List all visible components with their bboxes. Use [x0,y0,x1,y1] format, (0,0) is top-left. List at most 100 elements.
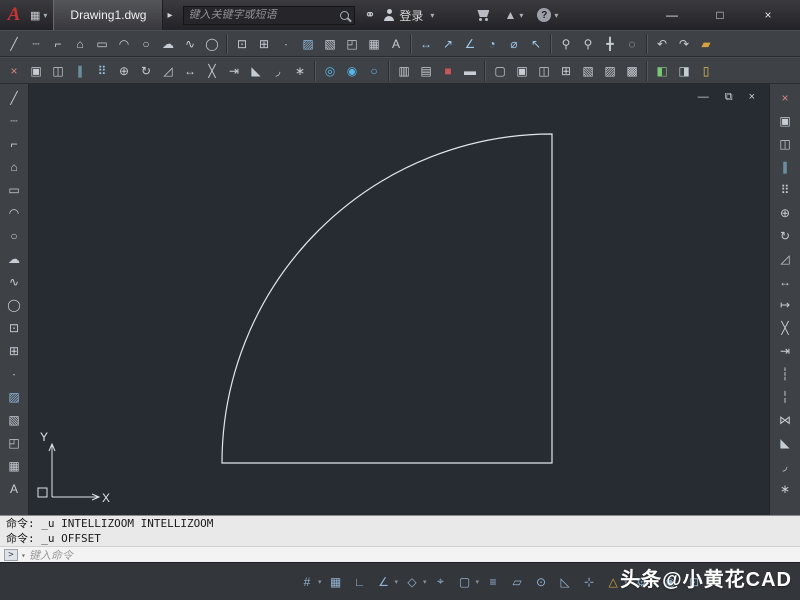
donut-icon[interactable]: ◎ [319,60,341,82]
gradient-icon[interactable]: ▧ [319,33,341,55]
scale-icon[interactable]: ◿ [774,248,796,270]
table-icon[interactable]: ▦ [3,455,25,477]
zoom-window-icon[interactable]: ⚲ [577,33,599,55]
array-icon[interactable]: ⠿ [774,179,796,201]
create-block-icon[interactable]: ⊞ [3,340,25,362]
undo-icon[interactable]: ↶ [651,33,673,55]
insert-block-icon[interactable]: ⊡ [3,317,25,339]
construction-line-icon[interactable]: ┈ [3,110,25,132]
object-snap-icon[interactable]: ▢ [455,572,475,592]
dim-aligned-icon[interactable]: ↗ [437,33,459,55]
plot-icon[interactable]: ▨ [599,60,621,82]
line-icon[interactable]: ╱ [3,33,25,55]
revision-cloud-icon[interactable]: ☁ [3,248,25,270]
dim-linear-icon[interactable]: ↔ [415,33,437,55]
workspace-icon[interactable]: ▦ [30,9,40,22]
circle-icon[interactable]: ○ [135,33,157,55]
chevron-down-icon[interactable]: ▾ [43,11,47,20]
ortho-mode-icon[interactable]: ∟ [350,572,370,592]
explode-icon[interactable]: ∗ [289,60,311,82]
polyline-icon[interactable]: ⌐ [47,33,69,55]
rotate-icon[interactable]: ↻ [774,225,796,247]
move-icon[interactable]: ⊕ [113,60,135,82]
ellipse-icon[interactable]: ◯ [201,33,223,55]
trim-icon[interactable]: ╳ [201,60,223,82]
trim-icon[interactable]: ╳ [774,317,796,339]
lineweight-icon[interactable]: ≡ [483,572,503,592]
spline-icon[interactable]: ∿ [179,33,201,55]
layer-control-icon[interactable]: ▤ [415,60,437,82]
multiline-text-icon[interactable]: A [385,33,407,55]
fillet-icon[interactable]: ◞ [267,60,289,82]
properties-palette-icon[interactable]: ◧ [651,60,673,82]
dynamic-input-icon[interactable]: ⊹ [579,572,599,592]
plot-preview-icon[interactable]: ▧ [577,60,599,82]
revision-cloud-icon[interactable]: ☁ [157,33,179,55]
file-tab-drawing1[interactable]: Drawing1.dwg [53,0,164,30]
lengthen-icon[interactable]: ↦ [774,294,796,316]
point-icon[interactable]: ∙ [275,33,297,55]
line-icon[interactable]: ╱ [3,87,25,109]
close-button[interactable]: × [744,8,792,22]
move-icon[interactable]: ⊕ [774,202,796,224]
point-icon[interactable]: ∙ [3,363,25,385]
dim-diameter-icon[interactable]: ⌀ [503,33,525,55]
viewport-single-icon[interactable]: ▣ [511,60,533,82]
search-input[interactable] [188,9,340,21]
arc-icon[interactable]: ◠ [113,33,135,55]
application-menu-button[interactable]: A [0,0,28,30]
multiline-text-icon[interactable]: A [3,478,25,500]
snap-mode-icon[interactable]: # [297,572,317,592]
insert-block-icon[interactable]: ⊡ [231,33,253,55]
table-icon[interactable]: ▦ [363,33,385,55]
offset-icon[interactable]: ∥ [774,156,796,178]
command-line-panel[interactable]: 命令: _u INTELLIZOOM INTELLIZOOM 命令: _u OFF… [0,515,800,563]
command-input[interactable] [28,548,800,562]
rectangle-icon[interactable]: ▭ [3,179,25,201]
chevron-down-icon[interactable]: ▾ [476,578,480,586]
layer-properties-icon[interactable]: ▥ [393,60,415,82]
named-views-icon[interactable]: ▢ [489,60,511,82]
chevron-down-icon[interactable]: ▾ [395,578,399,586]
zoom-previous-icon[interactable]: ◌ [621,33,643,55]
match-properties-icon[interactable]: ▰ [695,33,717,55]
stretch-icon[interactable]: ↔ [179,60,201,82]
viewports-four-icon[interactable]: ⊞ [555,60,577,82]
gradient-icon[interactable]: ▧ [3,409,25,431]
hatch-icon[interactable]: ▨ [3,386,25,408]
model-space-canvas[interactable]: Y X — ⧉ × [28,84,770,515]
app-store-cart-icon[interactable] [476,9,490,21]
polygon-icon[interactable]: ⌂ [3,156,25,178]
filled-circle-icon[interactable]: ◉ [341,60,363,82]
transparency-icon[interactable]: ▱ [507,572,527,592]
tool-palettes-icon[interactable]: ▯ [695,60,717,82]
ellipse-icon[interactable]: ◯ [3,294,25,316]
extend-icon[interactable]: ⇥ [774,340,796,362]
polygon-icon[interactable]: ⌂ [69,33,91,55]
linetype-control-icon[interactable]: ▬ [459,60,481,82]
explode-icon[interactable]: ∗ [774,478,796,500]
chamfer-icon[interactable]: ◣ [245,60,267,82]
erase-icon[interactable]: × [3,60,25,82]
hatch-icon[interactable]: ▨ [297,33,319,55]
ring-icon[interactable]: ○ [363,60,385,82]
offset-icon[interactable]: ∥ [69,60,91,82]
region-icon[interactable]: ◰ [3,432,25,454]
dim-radius-icon[interactable]: ◔ [481,33,503,55]
dim-angular-icon[interactable]: ∠ [459,33,481,55]
redo-icon[interactable]: ↷ [673,33,695,55]
fillet-icon[interactable]: ◞ [774,455,796,477]
design-center-icon[interactable]: ◨ [673,60,695,82]
drawing-quarter-pie-shape[interactable] [221,133,553,464]
publish-icon[interactable]: ▩ [621,60,643,82]
rotate-icon[interactable]: ↻ [135,60,157,82]
polar-tracking-icon[interactable]: ∠ [374,572,394,592]
chevron-down-icon[interactable]: ▾ [423,578,427,586]
circle-icon[interactable]: ○ [3,225,25,247]
help-button[interactable]: ? ▾ [537,8,558,22]
pan-icon[interactable]: ╋ [599,33,621,55]
viewport-restore-icon[interactable]: ⧉ [725,91,733,104]
binoculars-icon[interactable]: ⚭ [365,7,376,23]
rectangle-icon[interactable]: ▭ [91,33,113,55]
viewport-minimize-icon[interactable]: — [698,91,709,104]
